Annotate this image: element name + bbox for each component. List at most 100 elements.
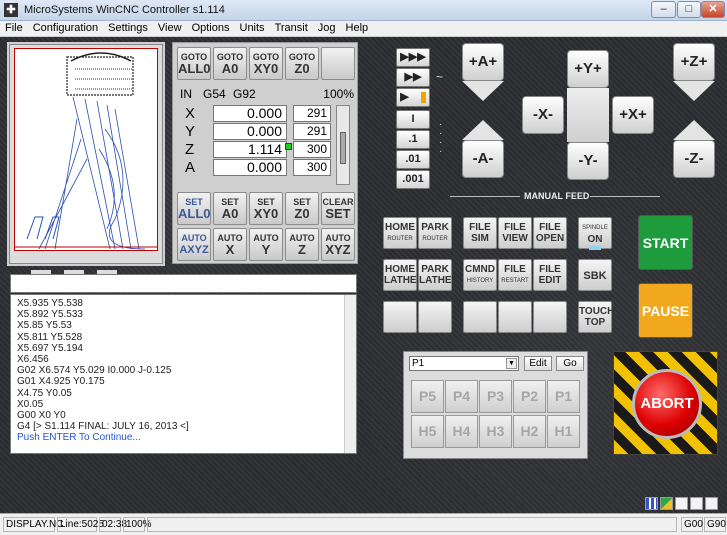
touch-top-button[interactable]: TOUCH TOP bbox=[578, 301, 614, 333]
auto-x-button[interactable]: AUTO X bbox=[213, 228, 247, 261]
console-scrollbar[interactable] bbox=[344, 295, 356, 453]
toolpath-canvas[interactable] bbox=[14, 48, 158, 251]
dro-info-row: IN G54 G92 100% bbox=[178, 87, 356, 101]
spindle-on-button[interactable]: SPINDLE ON bbox=[578, 217, 612, 250]
home-lathe-button[interactable]: HOME LATHE bbox=[383, 259, 417, 291]
minimize-button[interactable]: – bbox=[651, 1, 676, 18]
jog-a-minus-button[interactable]: -A- bbox=[462, 140, 504, 178]
preset-p2-button[interactable]: P2 bbox=[513, 380, 546, 413]
preset-p4-button[interactable]: P4 bbox=[445, 380, 478, 413]
jog-x-plus-button[interactable]: +X+ bbox=[612, 96, 654, 134]
menu-help[interactable]: Help bbox=[341, 21, 374, 36]
blank-icon[interactable] bbox=[690, 497, 703, 510]
goto-a0-button[interactable]: GOTO A0 bbox=[213, 47, 247, 80]
feed-slow-button[interactable]: ▶ bbox=[396, 88, 430, 107]
blank-button[interactable] bbox=[418, 301, 452, 333]
manual-feed-line-right bbox=[590, 196, 660, 197]
abort-frame: ABORT bbox=[613, 351, 718, 455]
blank-button[interactable] bbox=[533, 301, 567, 333]
blank-button[interactable] bbox=[463, 301, 497, 333]
status-filename: DISPLAY.NC bbox=[3, 517, 63, 532]
goto-all0-button[interactable]: GOTO ALL0 bbox=[177, 47, 211, 80]
blank-button[interactable] bbox=[498, 301, 532, 333]
blank-icon[interactable] bbox=[675, 497, 688, 510]
feed-fastest-button[interactable]: ▶▶▶ bbox=[396, 48, 430, 67]
pause-button[interactable]: PAUSE bbox=[638, 283, 693, 338]
preset-p5-button[interactable]: P5 bbox=[411, 380, 444, 413]
close-button[interactable]: ✕ bbox=[701, 1, 725, 18]
file-view-button[interactable]: FILE VIEW bbox=[498, 217, 532, 249]
sbk-button[interactable]: SBK bbox=[578, 259, 612, 291]
preset-go-button[interactable]: Go bbox=[556, 356, 584, 371]
step-0.001-button[interactable]: .001 bbox=[396, 170, 430, 189]
jog-y-minus-button[interactable]: -Y- bbox=[567, 142, 609, 180]
set-z0-button[interactable]: SET Z0 bbox=[285, 192, 319, 225]
goto-xy0-button[interactable]: GOTO XY0 bbox=[249, 47, 283, 80]
park-lathe-button[interactable]: PARK LATHE bbox=[418, 259, 452, 291]
preset-p1-button[interactable]: P1 bbox=[547, 380, 580, 413]
cross-icon: ✚ bbox=[4, 3, 18, 17]
preset-edit-button[interactable]: Edit bbox=[524, 356, 552, 371]
jog-z-plus-button[interactable]: +Z+ bbox=[673, 43, 715, 81]
jog-y-plus-button[interactable]: +Y+ bbox=[567, 50, 609, 88]
window-title: MicroSystems WinCNC Controller s1.114 bbox=[24, 4, 225, 16]
slider-knob[interactable] bbox=[340, 132, 346, 164]
auto-xyz-button[interactable]: AUTO XYZ bbox=[321, 228, 355, 261]
park-router-button[interactable]: PARK ROUTER bbox=[418, 217, 452, 249]
preset-h1-button[interactable]: H1 bbox=[547, 415, 580, 448]
preset-h2-button[interactable]: H2 bbox=[513, 415, 546, 448]
chevron-down-icon[interactable]: ▼ bbox=[506, 358, 517, 369]
file-sim-button[interactable]: FILE SIM bbox=[463, 217, 497, 249]
preset-h3-button[interactable]: H3 bbox=[479, 415, 512, 448]
status-distance-mode: G90 bbox=[704, 517, 726, 532]
menu-jog[interactable]: Jog bbox=[313, 21, 341, 36]
console-prompt: Push ENTER To Continue... bbox=[17, 432, 141, 444]
step-1-button[interactable]: I bbox=[396, 110, 430, 129]
file-edit-button[interactable]: FILE EDIT bbox=[533, 259, 567, 291]
menu-settings[interactable]: Settings bbox=[103, 21, 153, 36]
menu-view[interactable]: View bbox=[153, 21, 187, 36]
auto-z-button[interactable]: AUTO Z bbox=[285, 228, 319, 261]
step-0.01-button[interactable]: .01 bbox=[396, 150, 430, 169]
menu-options[interactable]: Options bbox=[187, 21, 235, 36]
axis-z-feed: 300 bbox=[293, 141, 331, 158]
start-button[interactable]: START bbox=[638, 215, 693, 270]
feed-override-slider[interactable] bbox=[336, 105, 350, 185]
menu-transit[interactable]: Transit bbox=[270, 21, 313, 36]
axis-y-label: Y bbox=[185, 123, 196, 140]
set-all0-button[interactable]: SET ALL0 bbox=[177, 192, 211, 225]
layers-icon[interactable] bbox=[660, 497, 673, 510]
clear-set-button[interactable]: CLEAR SET bbox=[321, 192, 355, 225]
jog-a-plus-button[interactable]: +A+ bbox=[462, 43, 504, 81]
maximize-button[interactable]: □ bbox=[677, 1, 701, 18]
abort-button[interactable]: ABORT bbox=[632, 369, 702, 439]
set-a0-button[interactable]: SET A0 bbox=[213, 192, 247, 225]
preset-select[interactable]: P1 ▼ bbox=[409, 356, 519, 371]
jog-x-minus-button[interactable]: -X- bbox=[522, 96, 564, 134]
auto-axyz-button[interactable]: AUTO AXYZ bbox=[177, 228, 211, 261]
blank-button[interactable] bbox=[321, 47, 355, 80]
step-0.1-button[interactable]: .1 bbox=[396, 130, 430, 149]
status-percent: 100% bbox=[123, 517, 152, 532]
grid-icon[interactable] bbox=[645, 497, 658, 510]
goto-z0-button[interactable]: GOTO Z0 bbox=[285, 47, 319, 80]
cmnd-history-button[interactable]: CMND HISTORY bbox=[463, 259, 497, 291]
preset-p3-button[interactable]: P3 bbox=[479, 380, 512, 413]
blank-button[interactable] bbox=[383, 301, 417, 333]
blank-icon[interactable] bbox=[705, 497, 718, 510]
file-open-button[interactable]: FILE OPEN bbox=[533, 217, 567, 249]
preset-h4-button[interactable]: H4 bbox=[445, 415, 478, 448]
preset-h5-button[interactable]: H5 bbox=[411, 415, 444, 448]
feed-fast-button[interactable]: ▶▶ bbox=[396, 68, 430, 87]
auto-y-button[interactable]: AUTO Y bbox=[249, 228, 283, 261]
menu-configuration[interactable]: Configuration bbox=[28, 21, 103, 36]
command-input[interactable] bbox=[10, 274, 357, 293]
home-router-button[interactable]: HOME ROUTER bbox=[383, 217, 417, 249]
menu-file[interactable]: File bbox=[0, 21, 28, 36]
jog-center-pad bbox=[567, 88, 609, 142]
set-xy0-button[interactable]: SET XY0 bbox=[249, 192, 283, 225]
jog-z-minus-button[interactable]: -Z- bbox=[673, 140, 715, 178]
file-restart-button[interactable]: FILE RESTART bbox=[498, 259, 532, 291]
menu-units[interactable]: Units bbox=[235, 21, 270, 36]
toolpath-view[interactable] bbox=[7, 42, 165, 274]
